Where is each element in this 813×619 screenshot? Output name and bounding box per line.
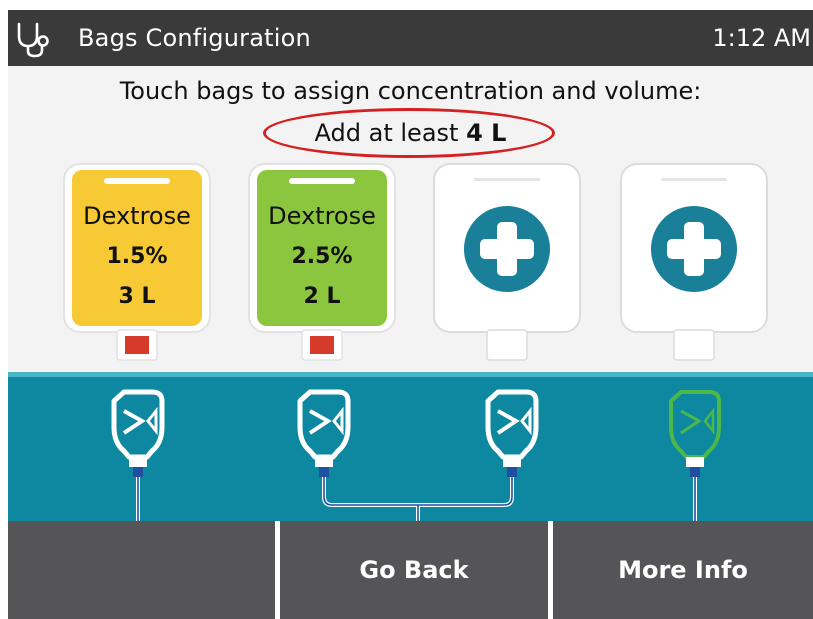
bags-configuration-screen: Bags Configuration 1:12 AM Touch bags to… <box>8 10 813 619</box>
bag-slot-2[interactable]: Dextrose 2.5% 2 L <box>247 162 397 372</box>
add-icon <box>464 206 550 292</box>
bag-slot-4-empty[interactable] <box>619 162 769 372</box>
bag-concentration: 1.5% <box>106 244 168 269</box>
go-back-button[interactable]: Go Back <box>280 521 548 619</box>
more-info-button[interactable]: More Info <box>553 521 813 619</box>
header-bar: Bags Configuration 1:12 AM <box>8 10 813 66</box>
bag-slot-3-empty[interactable] <box>432 162 582 372</box>
add-icon <box>651 206 737 292</box>
bag-volume: 3 L <box>118 284 156 309</box>
clock: 1:12 AM <box>712 24 811 52</box>
bag-shape <box>433 163 581 361</box>
connector-tray <box>8 372 813 522</box>
bag-shape <box>620 163 768 361</box>
bag-connector-2 <box>297 389 351 477</box>
bag-port <box>310 336 334 354</box>
blank-button[interactable] <box>8 521 275 619</box>
bag-connector-3 <box>485 389 539 477</box>
bag-connector-1 <box>111 389 165 477</box>
stethoscope-icon <box>17 22 49 58</box>
bag-volume: 2 L <box>303 284 341 309</box>
instruction-text: Touch bags to assign concentration and v… <box>119 77 702 105</box>
tubing-diagram <box>111 389 721 522</box>
bottom-button-bar: Go Back More Info <box>8 521 813 619</box>
bag-solution: Dextrose <box>268 202 376 230</box>
bag-concentration: 2.5% <box>291 244 353 269</box>
bag-slot-1[interactable]: Dextrose 1.5% 3 L <box>62 162 212 372</box>
tube-line <box>322 477 514 507</box>
annotation-circle <box>263 108 555 158</box>
bag-connector-4 <box>669 390 721 477</box>
bag-port <box>125 336 149 354</box>
bag-solution: Dextrose <box>83 202 191 230</box>
page-title: Bags Configuration <box>78 24 311 52</box>
